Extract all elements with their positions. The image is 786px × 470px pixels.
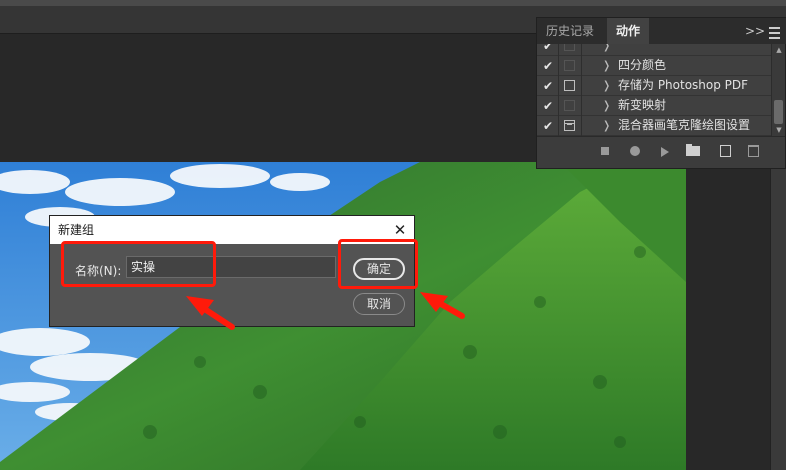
dialog-toggle-icon[interactable] (564, 44, 575, 51)
chevron-right-icon[interactable]: ❭ (602, 44, 611, 55)
list-item[interactable]: ✔ ❭ 混合器画笔克隆绘图设置 (537, 116, 771, 136)
highlight-box-name-field (61, 241, 216, 287)
toggle-check-icon[interactable]: ✔ (543, 97, 557, 115)
dialog-toggle-icon[interactable] (564, 80, 575, 91)
toggle-check-icon[interactable]: ✔ (543, 117, 557, 135)
actions-panel: 历史记录 动作 >> ✔ ❭ ✔ ❭ 四分颜色 ✔ ❭ 存储为 Photosho… (536, 17, 786, 169)
chevron-right-icon[interactable]: ❭ (602, 56, 611, 75)
scroll-up-icon[interactable]: ▲ (774, 46, 784, 54)
chevron-right-icon[interactable]: ❭ (602, 76, 611, 95)
record-icon[interactable] (630, 146, 640, 156)
chevron-right-icon[interactable]: ❭ (602, 116, 611, 135)
dialog-toggle-icon[interactable] (564, 60, 575, 71)
toggle-check-icon[interactable]: ✔ (543, 57, 557, 75)
action-label: 新变映射 (618, 98, 667, 112)
new-action-icon[interactable] (720, 145, 731, 157)
tab-actions[interactable]: 动作 (607, 18, 650, 44)
action-label: 混合器画笔克隆绘图设置 (618, 118, 751, 132)
scroll-down-icon[interactable]: ▼ (774, 126, 784, 134)
list-item[interactable]: ✔ ❭ 存储为 Photoshop PDF (537, 76, 771, 96)
list-item[interactable]: ✔ ❭ 四分颜色 (537, 56, 771, 76)
workspace-scrollbar[interactable] (770, 162, 786, 470)
panel-tab-bar: 历史记录 动作 >> (537, 18, 786, 44)
right-dock-area (686, 162, 770, 470)
panel-menu-icon[interactable] (769, 18, 780, 44)
scroll-thumb[interactable] (774, 100, 783, 124)
action-label: 存储为 Photoshop PDF (618, 78, 749, 92)
actions-scrollbar[interactable]: ▲ ▼ (771, 44, 785, 136)
list-item[interactable]: ✔ ❭ (537, 44, 771, 56)
chevron-right-icon[interactable]: ❭ (602, 96, 611, 115)
new-set-folder-icon[interactable] (686, 144, 700, 156)
tab-history[interactable]: 历史记录 (537, 18, 603, 44)
play-icon[interactable] (661, 147, 669, 157)
actions-list: ✔ ❭ ✔ ❭ 四分颜色 ✔ ❭ 存储为 Photoshop PDF ✔ ❭ 新… (537, 44, 771, 136)
highlight-box-ok-button (338, 239, 418, 289)
stop-icon[interactable] (601, 147, 609, 155)
toggle-check-icon[interactable]: ✔ (543, 77, 557, 95)
trash-icon[interactable] (748, 145, 759, 157)
cancel-button[interactable]: 取消 (353, 293, 405, 315)
dialog-toggle-icon[interactable] (564, 120, 575, 131)
actions-toolbar (537, 136, 785, 168)
expand-panel-icon[interactable]: >> (745, 18, 765, 44)
list-item[interactable]: ✔ ❭ 新变映射 (537, 96, 771, 116)
dialog-toggle-icon[interactable] (564, 100, 575, 111)
toggle-check-icon[interactable]: ✔ (543, 44, 557, 55)
action-label: 四分颜色 (618, 58, 667, 72)
